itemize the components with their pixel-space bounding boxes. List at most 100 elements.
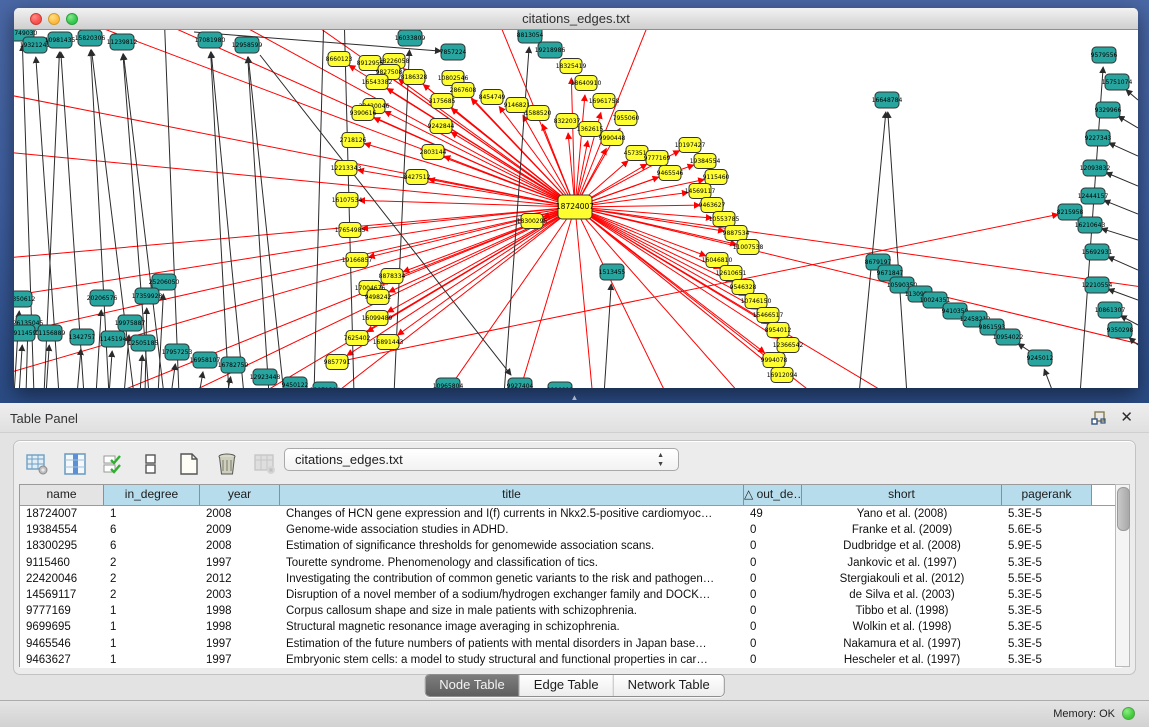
delete-icon[interactable]	[214, 451, 240, 477]
graph-node[interactable]: 9245012	[1027, 350, 1054, 366]
graph-node[interactable]: 16210643	[1075, 217, 1106, 233]
table-row[interactable]: 911546021997Tourette syndrome. Phenomeno…	[20, 555, 1122, 571]
graph-node[interactable]: 21350612	[14, 291, 35, 307]
graph-node[interactable]: 15751074	[1102, 74, 1133, 90]
graph-node[interactable]: 16912094	[767, 368, 798, 383]
graph-node[interactable]: 19218986	[535, 42, 566, 58]
graph-node[interactable]: 10553785	[709, 212, 740, 227]
select-column-icon[interactable]	[62, 451, 88, 477]
graph-nodes[interactable]: 8660123891295518226058982750816543382818…	[14, 30, 1134, 388]
float-panel-icon[interactable]	[1091, 410, 1107, 426]
graph-node[interactable]: 18724007	[556, 195, 594, 219]
graph-node[interactable]: 11239812	[107, 34, 138, 50]
tab-network-table[interactable]: Network Table	[614, 675, 724, 696]
graph-node[interactable]: 17359928	[132, 288, 163, 304]
graph-node[interactable]: 15466517	[753, 308, 784, 323]
graph-node[interactable]: 3911459	[14, 325, 37, 341]
column-header-year[interactable]: year	[200, 485, 280, 505]
graph-node[interactable]: 16958107	[190, 352, 221, 368]
graph-node[interactable]: 12444157	[1078, 188, 1109, 204]
graph-node[interactable]: 20206576	[87, 290, 118, 306]
graph-node[interactable]: 8878334	[379, 269, 406, 284]
graph-node[interactable]: 9115460	[703, 170, 730, 185]
graph-node[interactable]: 10861307	[1095, 302, 1126, 318]
graph-node[interactable]: 18300295	[517, 214, 548, 229]
graph-node[interactable]: 9546328	[730, 280, 757, 295]
graph-node[interactable]: 3175685	[429, 94, 456, 109]
network-table-select[interactable]: citations_edges.txt ▲▼	[284, 448, 679, 471]
graph-node[interactable]: 9498242	[365, 290, 392, 305]
column-header-in_degree[interactable]: in_degree	[104, 485, 200, 505]
graph-node[interactable]: 9242844	[428, 119, 455, 134]
column-header-out_degree[interactable]: △ out_de…	[744, 485, 802, 505]
graph-node[interactable]: 1145194	[100, 331, 127, 347]
graph-node[interactable]: 12958599	[232, 37, 263, 53]
tab-edge-table[interactable]: Edge Table	[520, 675, 614, 696]
graph-node[interactable]: 12093832	[1080, 160, 1111, 176]
graph-node[interactable]: 9857791	[324, 355, 351, 370]
table-row[interactable]: 969969511998Structural magnetic resonanc…	[20, 619, 1122, 635]
graph-node[interactable]: 9777169	[644, 151, 671, 166]
graph-node[interactable]: 16099489	[362, 311, 393, 326]
graph-node[interactable]: 10954022	[993, 329, 1024, 345]
graph-node[interactable]: 9887534	[723, 226, 750, 241]
graph-node[interactable]: 9329966	[1095, 102, 1122, 118]
graph-node[interactable]: 8186328	[401, 70, 428, 85]
graph-node[interactable]: 15820306	[75, 30, 106, 46]
table-row[interactable]: 977716911998Corpus callosum shape and si…	[20, 603, 1122, 619]
graph-node[interactable]: 2803144	[420, 145, 447, 160]
graph-node[interactable]: 15692931	[1082, 244, 1113, 260]
graph-node[interactable]: 9994078	[761, 353, 788, 368]
new-table-icon[interactable]	[176, 451, 202, 477]
graph-node[interactable]: 2718126	[340, 133, 367, 148]
graph-node[interactable]: 9465546	[657, 166, 684, 181]
graph-node[interactable]: 1588520	[525, 106, 552, 121]
table-row[interactable]: 1456911722003Disruption of a novel membe…	[20, 587, 1122, 603]
graph-node[interactable]: 8427512	[404, 170, 431, 185]
graph-node[interactable]: 16543382	[362, 75, 393, 90]
column-header-title[interactable]: title	[280, 485, 744, 505]
graph-node[interactable]: 12871304	[310, 382, 341, 388]
tab-node-table[interactable]: Node Table	[425, 675, 520, 696]
graph-node[interactable]: 16033809	[395, 30, 426, 46]
table-row[interactable]: 1830029562008Estimation of significance …	[20, 538, 1122, 554]
network-graph-canvas[interactable]: 8660123891295518226058982750816543382818…	[14, 30, 1138, 388]
graph-node[interactable]: 17654985	[335, 223, 366, 238]
graph-node[interactable]: 19384554	[690, 154, 721, 169]
graph-node[interactable]: 9579556	[1091, 47, 1118, 63]
graph-node[interactable]: 8660123	[326, 52, 353, 67]
table-scrollbar[interactable]	[1115, 484, 1130, 667]
graph-node[interactable]: 12210554	[1082, 277, 1113, 293]
column-header-short[interactable]: short	[802, 485, 1002, 505]
table-scrollbar-thumb[interactable]	[1117, 487, 1130, 531]
window-titlebar[interactable]: citations_edges.txt	[14, 8, 1138, 30]
graph-node[interactable]: 10197427	[675, 138, 706, 153]
graph-node[interactable]: 2867608	[450, 83, 477, 98]
graph-node[interactable]: 19166857	[342, 253, 373, 268]
graph-node[interactable]: 9990448	[599, 131, 626, 146]
graph-node[interactable]: 16648784	[872, 92, 903, 108]
graph-node[interactable]: 8454749	[479, 90, 506, 105]
graph-node[interactable]: 7955060	[613, 111, 640, 126]
graph-node[interactable]: 9450122	[282, 377, 309, 388]
graph-node[interactable]: 16891443	[373, 335, 404, 350]
graph-node[interactable]: 10981435	[45, 32, 76, 48]
splitter-grip-icon[interactable]: ▲	[571, 394, 579, 402]
graph-node[interactable]: 7857224	[440, 44, 467, 60]
network-view-window[interactable]: citations_edges.txt 86601238912955182260…	[14, 8, 1138, 388]
graph-node[interactable]: 9927404	[507, 378, 534, 388]
table-settings-icon[interactable]	[24, 451, 50, 477]
graph-node[interactable]: 12610651	[716, 266, 747, 281]
rows-icon[interactable]	[138, 451, 164, 477]
table-row[interactable]: 946362711997Embryonic stem cells: a mode…	[20, 652, 1122, 668]
graph-node[interactable]: 9227343	[1085, 130, 1112, 146]
column-header-name[interactable]: name	[20, 485, 104, 505]
graph-node[interactable]: 9390616	[350, 106, 377, 121]
graph-node[interactable]: 10746150	[741, 294, 772, 309]
graph-node[interactable]: 11007538	[733, 240, 764, 255]
graph-node[interactable]: 8954012	[765, 323, 792, 338]
close-panel-icon[interactable]: ✕	[1120, 408, 1133, 426]
graph-node[interactable]: 8813054	[517, 30, 544, 43]
graph-node[interactable]: 18325419	[556, 59, 587, 74]
graph-node[interactable]: 12366542	[773, 338, 804, 353]
